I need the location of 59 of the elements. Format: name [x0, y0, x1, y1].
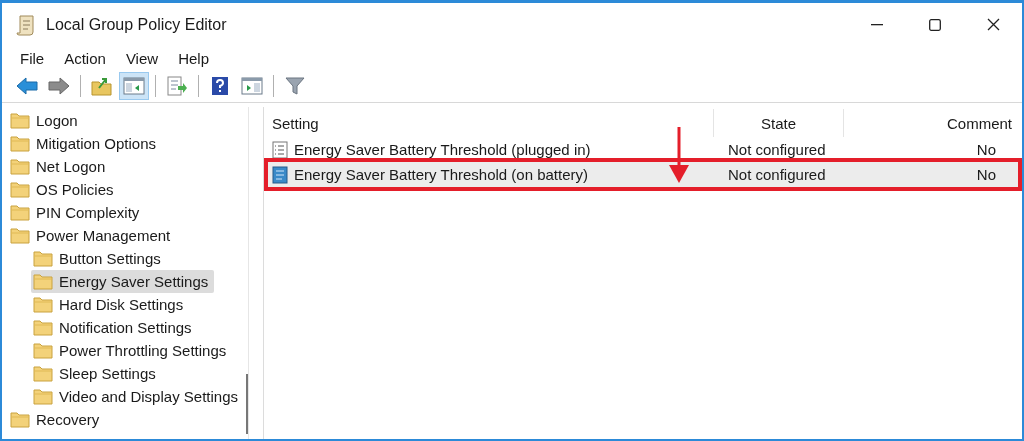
folder-up-icon [91, 76, 113, 96]
close-icon [986, 18, 1000, 31]
folder-icon [33, 296, 53, 313]
maximize-icon [929, 18, 941, 31]
tree-item[interactable]: Video and Display Settings [31, 385, 244, 408]
tree-item[interactable]: Energy Saver Settings [31, 270, 215, 293]
back-arrow-icon [16, 77, 38, 95]
folder-icon [33, 342, 53, 359]
column-header[interactable]: State [714, 109, 844, 137]
menu-item[interactable]: View [115, 49, 169, 67]
tree-item[interactable]: Recovery [8, 408, 106, 431]
window-title: Local Group Policy Editor [46, 15, 228, 34]
table-row[interactable]: Energy Saver Battery Threshold (plugged in) Not configured No [268, 137, 1018, 162]
tree-item[interactable]: Power Throttling Settings [31, 339, 233, 362]
down-arrow-annotation [668, 127, 690, 183]
tree-item[interactable]: Button Settings [31, 247, 167, 270]
column-header[interactable]: Setting [264, 109, 714, 137]
state-cell-text: Not configured [727, 141, 827, 158]
tree-item[interactable]: Power Management [8, 224, 177, 247]
menu-item[interactable]: Help [168, 49, 219, 67]
menu-item[interactable]: Action [54, 49, 116, 67]
folder-icon [10, 204, 30, 221]
column-header[interactable]: Comment [844, 109, 1022, 137]
filter-icon [285, 76, 305, 96]
folder-icon [10, 181, 30, 198]
setting-icon [272, 165, 288, 184]
folder-icon [10, 227, 30, 244]
folder-icon [10, 112, 30, 129]
setting-name: Energy Saver Battery Threshold (on battery) [294, 166, 589, 183]
folder-icon [10, 135, 30, 152]
panel-icon [123, 76, 145, 96]
folder-icon [33, 273, 53, 290]
menu-item[interactable]: File [10, 49, 55, 67]
folder-icon [33, 388, 53, 405]
panel-icon [241, 76, 263, 96]
tree-item[interactable]: PIN Complexity [8, 201, 146, 224]
export-list-icon [166, 76, 188, 96]
folder-icon [10, 411, 30, 428]
tree-item[interactable]: Logon [8, 109, 84, 132]
comment-cell-text: No [975, 166, 997, 183]
folder-icon [33, 365, 53, 382]
comment-cell-text: No [975, 141, 997, 158]
folder-icon [33, 319, 53, 336]
tree-item[interactable]: Hard Disk Settings [31, 293, 190, 316]
folder-icon [33, 250, 53, 267]
state-cell-text: Not configured [727, 166, 827, 183]
forward-arrow-icon [48, 77, 70, 95]
tree-item[interactable]: OS Policies [8, 178, 120, 201]
policy-scroll-icon [16, 13, 36, 36]
tree-item[interactable]: Notification Settings [31, 316, 198, 339]
tree-item[interactable]: Mitigation Options [8, 132, 163, 155]
tree-item[interactable]: Net Logon [8, 155, 112, 178]
folder-icon [10, 158, 30, 175]
setting-icon [272, 140, 288, 159]
tree-item[interactable]: Sleep Settings [31, 362, 162, 385]
scrollbar[interactable] [246, 374, 248, 434]
help-icon [211, 76, 229, 96]
minimize-icon [871, 23, 883, 26]
setting-name: Energy Saver Battery Threshold (plugged in) [294, 141, 591, 158]
